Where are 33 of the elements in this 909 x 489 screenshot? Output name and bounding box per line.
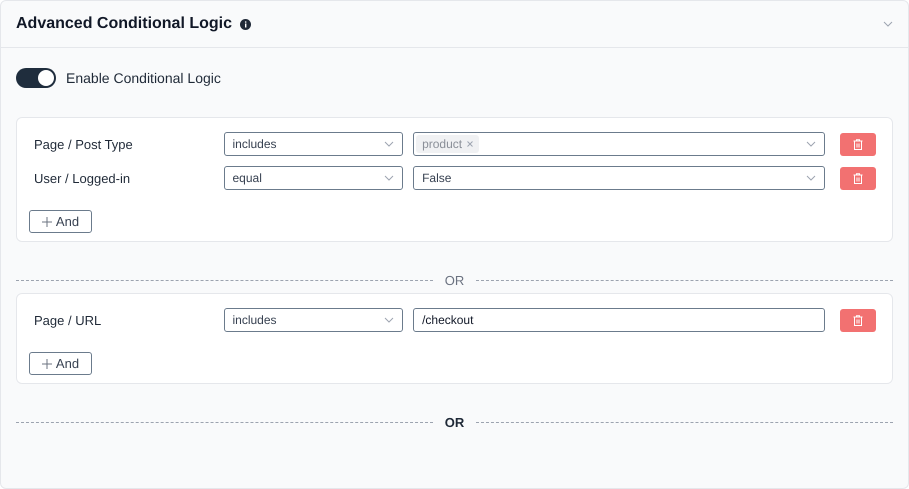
field-label: User / Logged-in [33,170,132,186]
toggle-label: Enable Conditional Logic [66,70,221,86]
operator-select[interactable]: includes [224,308,404,332]
chevron-down-icon [384,175,394,181]
value-select[interactable]: False [413,166,826,190]
chevron-down-icon [883,21,893,27]
chevron-down-icon [384,317,394,323]
panel-title: Advanced Conditional Logic [16,15,232,33]
operator-select[interactable]: includes [224,132,404,156]
chevron-down-icon [806,175,816,181]
delete-button[interactable] [840,308,876,332]
plus-icon [42,358,52,368]
delete-button[interactable] [840,132,876,156]
panel-header[interactable]: Advanced Conditional Logic [1,1,908,48]
tag: product [416,135,480,153]
field-label: Page / Post Type [33,136,134,152]
chevron-down-icon [806,141,816,147]
remove-icon[interactable] [467,141,474,147]
trash-icon [853,138,864,150]
trash-icon [853,314,864,326]
trash-icon [853,172,864,184]
input-field[interactable]: /checkout [413,308,826,332]
delete-button[interactable] [840,166,876,190]
info-icon [240,18,252,30]
add-and-button[interactable]: And [29,352,92,375]
toggle-switch[interactable] [16,68,56,88]
chevron-down-icon [384,141,394,147]
or-separator: OR [444,273,464,288]
plus-icon [42,216,52,226]
or-separator: OR [444,415,464,430]
field-label: Page / URL [33,312,102,328]
operator-select[interactable]: equal [224,166,404,190]
add-and-button[interactable]: And [29,210,92,233]
